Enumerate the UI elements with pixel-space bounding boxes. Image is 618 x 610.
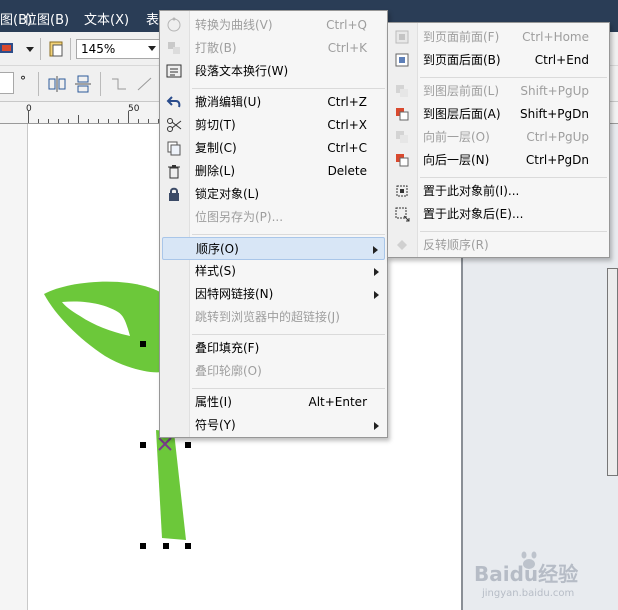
behind-icon [395, 207, 410, 222]
menu-separator [192, 334, 385, 335]
undo-icon [166, 96, 181, 108]
convert-curve-icon [167, 17, 181, 32]
menu-item-styles[interactable]: 样式(S) [162, 260, 385, 283]
menu-item-convert-to-curves[interactable]: 转换为曲线(V) Ctrl+Q [162, 14, 385, 37]
submenu-arrow-icon [374, 291, 379, 299]
selection-handle[interactable] [163, 543, 169, 549]
menu-separator [420, 77, 607, 78]
to-layer-back-icon [396, 108, 409, 121]
menu-item-reverse-order[interactable]: 反转顺序(R) [390, 234, 607, 257]
menu-item-copy[interactable]: 复制(C) Ctrl+C [162, 137, 385, 160]
menu-item-to-page-front[interactable]: 到页面前面(F) Ctrl+Home [390, 26, 607, 49]
menu-item-behind[interactable]: 置于此对象后(E)... [390, 203, 607, 226]
reverse-order-icon [397, 240, 407, 250]
menu-item-to-page-back[interactable]: 到页面后面(B) Ctrl+End [390, 49, 607, 72]
back-one-icon [396, 154, 409, 167]
selection-handle[interactable] [140, 543, 146, 549]
menu-separator [192, 234, 385, 235]
menu-item-back-one[interactable]: 向后一层(N) Ctrl+PgDn [390, 149, 607, 172]
menu-separator [192, 388, 385, 389]
menu-separator [420, 231, 607, 232]
submenu-arrow-icon [373, 246, 378, 254]
forward-one-icon [396, 131, 408, 143]
menu-item-paragraph-wrap[interactable]: 段落文本换行(W) [162, 60, 385, 83]
cut-icon [167, 118, 182, 132]
menu-item-to-layer-back[interactable]: 到图层后面(A) Shift+PgDn [390, 103, 607, 126]
context-menu: 转换为曲线(V) Ctrl+Q 打散(B) Ctrl+K 段落文本换行(W) 撤… [159, 10, 388, 438]
menu-separator [192, 88, 385, 89]
menu-item-cut[interactable]: 剪切(T) Ctrl+X [162, 114, 385, 137]
menu-item-lock-object[interactable]: 锁定对象(L) [162, 183, 385, 206]
delete-icon [168, 165, 180, 179]
menu-item-save-bitmap-as[interactable]: 位图另存为(P)... [162, 206, 385, 229]
menu-item-to-layer-front[interactable]: 到图层前面(L) Shift+PgUp [390, 80, 607, 103]
order-submenu: 到页面前面(F) Ctrl+Home 到页面后面(B) Ctrl+End 到图层… [387, 22, 610, 258]
in-front-of-icon [396, 185, 408, 197]
to-page-back-icon [395, 53, 409, 67]
selection-handle[interactable] [185, 543, 191, 549]
watermark-url: jingyan.baidu.com [482, 588, 575, 599]
menu-item-order[interactable]: 顺序(O) [162, 237, 385, 260]
menu-item-symbol[interactable]: 符号(Y) [162, 414, 385, 437]
menu-item-internet-links[interactable]: 因特网链接(N) [162, 283, 385, 306]
text-wrap-icon [166, 64, 182, 78]
menu-item-overprint-fill[interactable]: 叠印填充(F) [162, 337, 385, 360]
menu-item-jump-to-hyperlink[interactable]: 跳转到浏览器中的超链接(J) [162, 306, 385, 329]
menu-item-properties[interactable]: 属性(I) Alt+Enter [162, 391, 385, 414]
watermark-brand: Baidu经验 [474, 562, 579, 586]
selection-handle[interactable] [140, 341, 146, 347]
submenu-arrow-icon [374, 422, 379, 430]
copy-icon [167, 141, 181, 156]
to-page-front-icon [395, 30, 409, 44]
docker-panel[interactable] [607, 268, 618, 476]
menu-item-in-front-of[interactable]: 置于此对象前(I)... [390, 180, 607, 203]
to-layer-front-icon [396, 85, 408, 97]
menu-item-forward-one[interactable]: 向前一层(O) Ctrl+PgUp [390, 126, 607, 149]
menu-item-break-apart[interactable]: 打散(B) Ctrl+K [162, 37, 385, 60]
break-apart-icon [168, 42, 180, 54]
menu-separator [420, 177, 607, 178]
menu-item-delete[interactable]: 删除(L) Delete [162, 160, 385, 183]
menu-item-undo[interactable]: 撤消编辑(U) Ctrl+Z [162, 91, 385, 114]
watermark: Baidu经验 jingyan.baidu.com [468, 550, 614, 606]
lock-icon [169, 187, 179, 201]
selection-handle[interactable] [140, 442, 146, 448]
menu-item-overprint-outline[interactable]: 叠印轮廓(O) [162, 360, 385, 383]
stem-shape[interactable] [156, 430, 186, 540]
submenu-arrow-icon [374, 268, 379, 276]
selection-handle[interactable] [185, 442, 191, 448]
